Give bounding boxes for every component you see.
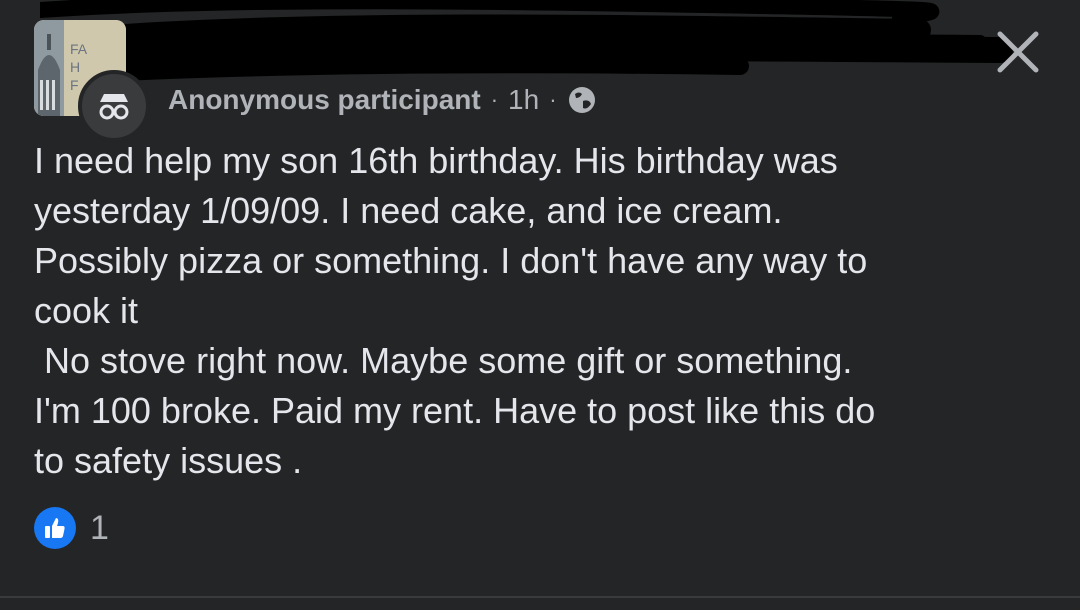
author-name[interactable]: Anonymous participant xyxy=(168,84,481,116)
separator-dot: · xyxy=(549,87,557,112)
reaction-count: 1 xyxy=(90,508,109,547)
svg-text:H: H xyxy=(70,59,80,75)
reaction-summary[interactable]: 1 xyxy=(34,506,109,550)
globe-icon xyxy=(568,87,595,113)
close-icon[interactable] xyxy=(992,26,1044,78)
post-card: FA H F Anonymous participant · 1h · I ne… xyxy=(0,0,1080,610)
svg-text:F: F xyxy=(70,77,79,93)
post-meta: Anonymous participant · 1h · xyxy=(168,80,597,120)
separator-dot: · xyxy=(490,87,499,112)
post-time[interactable]: 1h xyxy=(508,84,539,116)
post-body: I need help my son 16th birthday. His bi… xyxy=(34,140,876,481)
thumbs-up-icon xyxy=(34,507,76,549)
incognito-icon xyxy=(99,94,129,120)
redaction-scribble xyxy=(40,0,1013,81)
svg-text:FA: FA xyxy=(70,41,88,57)
anonymous-avatar[interactable] xyxy=(78,70,150,142)
